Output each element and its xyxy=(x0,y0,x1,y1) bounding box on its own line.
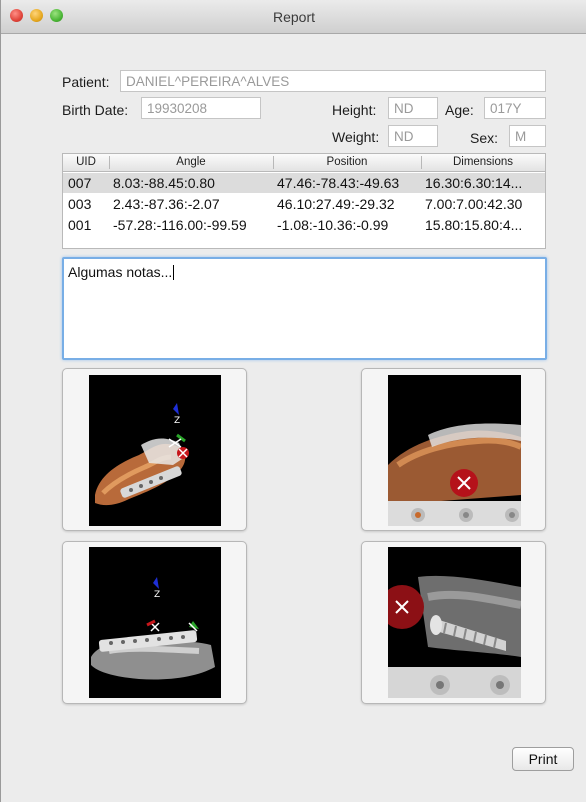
screenshot-thumbnail-4[interactable] xyxy=(361,541,546,704)
table-row[interactable]: 001 -57.28:-116.00:-99.59 -1.08:-10.36:-… xyxy=(63,215,545,235)
svg-text:Z: Z xyxy=(154,590,160,600)
notes-text: Algumas notas... xyxy=(68,264,173,280)
weight-label: Weight: xyxy=(332,129,380,145)
sex-field[interactable]: M xyxy=(509,125,546,147)
age-label: Age: xyxy=(445,102,474,118)
measurements-table[interactable]: UID Angle Position Dimensions 007 8.03:-… xyxy=(62,153,546,249)
table-row[interactable]: 003 2.43:-87.36:-2.07 46.10:27.49:-29.32… xyxy=(63,194,545,214)
weight-field[interactable]: ND xyxy=(388,125,438,147)
screenshot-thumbnail-3[interactable]: Z xyxy=(62,541,247,704)
table-header: UID Angle Position Dimensions xyxy=(63,154,545,172)
cell-position: 46.10:27.49:-29.32 xyxy=(277,196,395,212)
sex-label: Sex: xyxy=(470,130,499,146)
notes-textarea[interactable]: Algumas notas... xyxy=(62,257,547,360)
screw-xray-closeup-icon xyxy=(388,547,521,698)
height-label: Height: xyxy=(332,102,377,118)
patient-name-field[interactable]: DANIEL^PEREIRA^ALVES xyxy=(120,70,546,92)
window-title: Report xyxy=(272,9,316,25)
cell-uid: 001 xyxy=(68,217,92,233)
cell-angle: 8.03:-88.45:0.80 xyxy=(113,175,215,191)
print-button[interactable]: Print xyxy=(512,747,574,771)
cell-position: -1.08:-10.36:-0.99 xyxy=(277,217,389,233)
svg-text:Z: Z xyxy=(174,416,180,426)
column-header-dimensions[interactable]: Dimensions xyxy=(421,156,545,168)
column-header-angle[interactable]: Angle xyxy=(109,156,273,168)
height-field[interactable]: ND xyxy=(388,97,438,119)
column-header-position[interactable]: Position xyxy=(273,156,421,168)
cell-dimensions: 16.30:6.30:14... xyxy=(425,175,523,191)
cell-position: 47.46:-78.43:-49.63 xyxy=(277,175,400,191)
cell-dimensions: 7.00:7.00:42.30 xyxy=(425,196,523,212)
foot-3d-render-icon: Z xyxy=(89,375,221,526)
cell-uid: 007 xyxy=(68,175,92,191)
screenshot-thumbnail-2[interactable] xyxy=(361,368,546,531)
table-row[interactable]: 007 8.03:-88.45:0.80 47.46:-78.43:-49.63… xyxy=(63,173,545,193)
birth-date-label: Birth Date: xyxy=(62,102,129,118)
report-window: Report Patient: DANIEL^PEREIRA^ALVES Bir… xyxy=(0,0,586,802)
screw-closeup-render-icon xyxy=(388,375,521,526)
birth-date-field[interactable]: 19930208 xyxy=(141,97,261,119)
column-header-uid[interactable]: UID xyxy=(63,156,109,168)
patient-label: Patient: xyxy=(62,74,110,90)
cell-angle: -57.28:-116.00:-99.59 xyxy=(113,217,247,233)
cell-uid: 003 xyxy=(68,196,92,212)
screenshot-thumbnail-1[interactable]: Z xyxy=(62,368,247,531)
cell-dimensions: 15.80:15.80:4... xyxy=(425,217,523,233)
cell-angle: 2.43:-87.36:-2.07 xyxy=(113,196,220,212)
title-bar: Report xyxy=(1,0,586,34)
age-field[interactable]: 017Y xyxy=(484,97,546,119)
text-caret xyxy=(173,265,175,280)
foot-xray-plate-icon: Z xyxy=(89,547,221,698)
